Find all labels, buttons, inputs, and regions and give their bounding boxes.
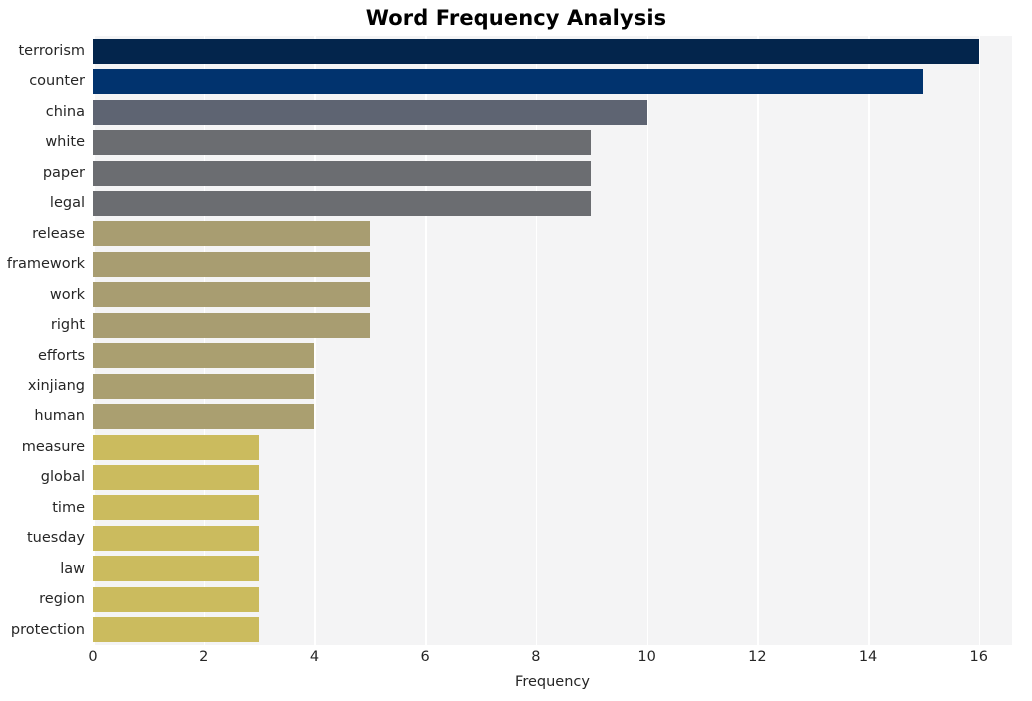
x-tick-label-16: 16 xyxy=(969,649,989,665)
word-frequency-chart-figure: Word Frequency Analysis terrorism counter… xyxy=(0,0,1032,701)
y-tick-label-legal: legal xyxy=(49,195,85,212)
y-tick-label-time: time xyxy=(52,499,85,516)
y-tick-label-counter: counter xyxy=(29,73,85,90)
y-tick-label-law: law xyxy=(60,560,85,577)
x-tick-label-12: 12 xyxy=(748,649,767,665)
y-tick-label-xinjiang: xinjiang xyxy=(27,377,85,394)
x-tick-label-0: 0 xyxy=(88,649,98,665)
x-tick-label-14: 14 xyxy=(858,649,878,665)
y-tick-label-china: china xyxy=(45,103,85,120)
x-tick-label-10: 10 xyxy=(637,649,656,665)
x-tick-label-8: 8 xyxy=(531,649,541,665)
y-tick-label-efforts: efforts xyxy=(38,347,85,364)
chart-title: Word Frequency Analysis xyxy=(365,6,667,30)
y-tick-label-tuesday: tuesday xyxy=(26,530,85,547)
x-tick-label-6: 6 xyxy=(420,649,430,665)
x-axis-tick-labels: 0 2 4 6 8 10 12 14 16 xyxy=(0,649,1032,673)
y-tick-label-work: work xyxy=(49,286,85,303)
x-tick-label-4: 4 xyxy=(309,649,320,665)
y-tick-label-release: release xyxy=(32,225,85,242)
y-tick-label-paper: paper xyxy=(42,164,85,181)
y-tick-label-region: region xyxy=(39,591,85,608)
x-tick-label-2: 2 xyxy=(199,649,209,665)
y-tick-label-global: global xyxy=(40,469,85,486)
y-axis-tick-labels: terrorism counter china white paper legal rele… xyxy=(0,36,1032,645)
y-tick-label-right: right xyxy=(50,317,85,334)
y-tick-label-measure: measure xyxy=(21,438,85,455)
y-tick-label-framework: framework xyxy=(6,256,85,273)
y-tick-label-terrorism: terrorism xyxy=(18,43,86,59)
y-tick-label-protection: protection xyxy=(10,621,85,638)
y-tick-label-human: human xyxy=(34,408,85,425)
y-tick-label-white: white xyxy=(45,134,85,151)
x-axis-label: Frequency xyxy=(515,674,590,690)
